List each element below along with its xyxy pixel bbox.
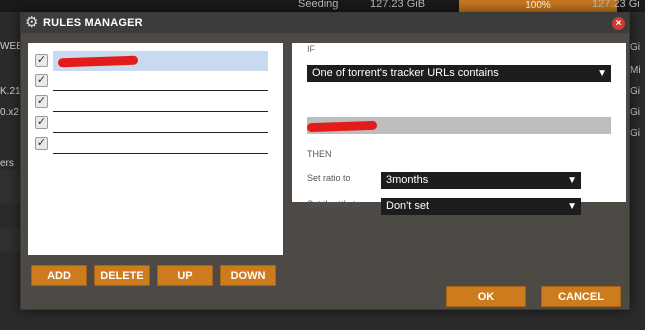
ratio-label: Set ratio to: [307, 173, 351, 183]
delete-button[interactable]: DELETE: [94, 265, 150, 286]
background-torrent-row: Seeding 127.23 GiB 100% 127.23 Gi: [0, 0, 645, 12]
list-item[interactable]: ✓: [28, 71, 283, 91]
condition-select[interactable]: One of torrent's tracker URLs contains ▼: [307, 65, 611, 82]
throttle-label: Set throttle to: [307, 199, 361, 209]
status-text: Seeding: [298, 0, 339, 10]
chevron-down-icon: ▼: [567, 201, 577, 212]
rule-condition-panel: IF One of torrent's tracker URLs contain…: [292, 43, 626, 215]
background-fragment: 0.x2: [0, 107, 19, 118]
list-item[interactable]: ✓: [28, 113, 283, 133]
rule-checkbox[interactable]: ✓: [35, 116, 48, 129]
condition-select-value: One of torrent's tracker URLs contains: [312, 67, 499, 79]
background-fragment: ers: [0, 158, 14, 169]
background-fragment: Gi: [630, 42, 640, 53]
ok-button[interactable]: OK: [446, 286, 526, 307]
background-fragment: K.21: [0, 86, 21, 97]
close-icon[interactable]: ×: [612, 17, 625, 30]
rule-checkbox[interactable]: ✓: [35, 137, 48, 150]
rule-name-field[interactable]: [53, 132, 268, 133]
background-fragment: Mi: [630, 65, 641, 76]
add-button[interactable]: ADD: [31, 265, 87, 286]
background-panel: [0, 228, 20, 252]
up-button[interactable]: UP: [157, 265, 213, 286]
rule-name-field[interactable]: [53, 90, 268, 91]
rule-checkbox[interactable]: ✓: [35, 54, 48, 67]
list-item[interactable]: ✓: [28, 51, 283, 71]
cancel-button[interactable]: CANCEL: [541, 286, 621, 307]
dialog-title: RULES MANAGER: [43, 17, 143, 29]
background-panel: [0, 170, 20, 204]
rules-list: ✓ ✓ ✓ ✓ ✓: [28, 43, 283, 255]
size-text: 127.23 GiB: [370, 0, 426, 10]
rules-manager-dialog: ⚙ RULES MANAGER × ✓ ✓ ✓ ✓ ✓ ADD DELETE U…: [20, 12, 630, 310]
background-fragment: Gi: [630, 128, 640, 139]
background-fragment: Gi: [630, 107, 640, 118]
chevron-down-icon: ▼: [567, 175, 577, 186]
gear-icon: ⚙: [25, 14, 39, 31]
rule-name-field[interactable]: [53, 111, 268, 112]
size-text-right: 127.23 Gi: [592, 0, 640, 10]
if-label: IF: [307, 44, 315, 54]
rule-name-field[interactable]: [53, 153, 268, 154]
chevron-down-icon: ▼: [597, 68, 607, 79]
dialog-titlebar[interactable]: ⚙ RULES MANAGER ×: [21, 13, 629, 33]
down-button[interactable]: DOWN: [220, 265, 276, 286]
background-fragment: Gi: [630, 86, 640, 97]
then-label: THEN: [307, 149, 332, 159]
list-item[interactable]: ✓: [28, 134, 283, 154]
throttle-select-value: Don't set: [386, 200, 430, 212]
ratio-select[interactable]: 3months ▼: [381, 172, 581, 189]
rule-checkbox[interactable]: ✓: [35, 74, 48, 87]
throttle-select[interactable]: Don't set ▼: [381, 198, 581, 215]
list-item[interactable]: ✓: [28, 92, 283, 112]
rule-checkbox[interactable]: ✓: [35, 95, 48, 108]
ratio-select-value: 3months: [386, 174, 429, 186]
